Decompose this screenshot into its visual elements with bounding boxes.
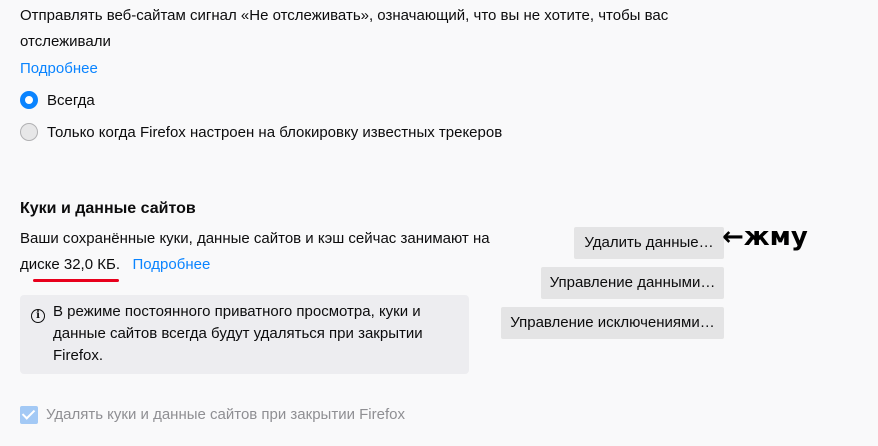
manage-data-button[interactable]: Управление данными… — [541, 267, 724, 299]
dnt-description: Отправлять веб-сайтам сигнал «Не отслежи… — [20, 3, 668, 55]
manage-exceptions-button[interactable]: Управление исключениями… — [501, 307, 724, 339]
radio-checked-icon[interactable] — [20, 91, 38, 109]
private-browsing-info-text: В режиме постоянного приватного просмотр… — [53, 303, 423, 364]
dnt-radio-always[interactable]: Всегда — [20, 88, 95, 112]
annotation-underline — [33, 279, 119, 282]
radio-unchecked-icon[interactable] — [20, 123, 38, 141]
dnt-description-line2: отслеживали — [20, 33, 111, 50]
dnt-radio-tracking-only-label: Только когда Firefox настроен на блокиро… — [47, 123, 503, 141]
private-browsing-info-box: i В режиме постоянного приватного просмо… — [20, 295, 469, 374]
delete-on-close-checkbox[interactable] — [20, 406, 38, 424]
cookies-learn-more-link[interactable]: Подробнее — [133, 256, 211, 273]
dnt-radio-always-label: Всегда — [47, 91, 95, 109]
arrow-left-icon: ← — [722, 222, 744, 252]
annotation-text: жму — [743, 222, 808, 252]
cookies-usage-prefix: диске — [20, 256, 64, 273]
dnt-radio-tracking-only[interactable]: Только когда Firefox настроен на блокиро… — [20, 120, 502, 144]
delete-on-close-label: Удалять куки и данные сайтов при закрыти… — [46, 406, 405, 423]
annotation-note: ←жму — [722, 222, 808, 252]
dnt-learn-more-link[interactable]: Подробнее — [20, 56, 98, 82]
info-icon: i — [31, 309, 45, 323]
cookies-section-title: Куки и данные сайтов — [20, 200, 196, 217]
clear-data-button[interactable]: Удалить данные… — [574, 227, 724, 259]
cookies-usage-size: 32,0 КБ. — [63, 256, 120, 273]
cookies-usage-line1: Ваши сохранённые куки, данные сайтов и к… — [20, 230, 490, 247]
dnt-description-line1: Отправлять веб-сайтам сигнал «Не отслежи… — [20, 7, 669, 24]
cookies-usage-line2: диске 32,0 КБ. Подробнее — [20, 252, 210, 278]
